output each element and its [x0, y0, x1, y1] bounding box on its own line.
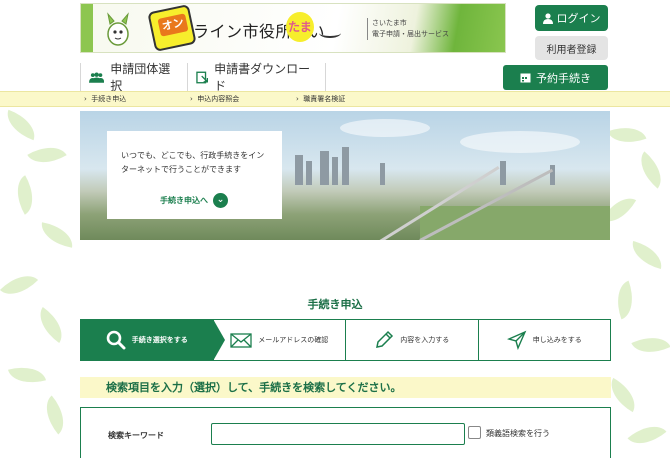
group-icon	[89, 71, 105, 83]
subnav-item-signature-verify[interactable]: › 職責署名検証	[296, 94, 345, 104]
hero-banner: いつでも、どこでも、行政手続きをインターネットで行うことができます 手続き申込へ…	[80, 111, 610, 240]
mail-icon	[230, 332, 252, 348]
site-logo-banner[interactable]: オン ライン市役所さい たま さいたま市 電子申請・届出サービス	[80, 3, 506, 53]
sub-nav: › 手続き申込 › 申込内容照会 › 職責署名検証	[0, 91, 670, 107]
cloud	[460, 131, 580, 153]
register-button[interactable]: 利用者登録	[535, 36, 608, 60]
search-instruction: 検索項目を入力（選択）して、手続きを検索してください。	[80, 377, 611, 398]
logo-swish	[319, 28, 341, 38]
calendar-icon	[520, 73, 531, 83]
leaf-decoration-left	[0, 105, 80, 458]
register-label: 利用者登録	[546, 44, 597, 56]
hero-text: いつでも、どこでも、行政手続きをインターネットで行うことができます	[121, 151, 265, 174]
nav-item-download[interactable]: 申請書ダウンロード	[188, 62, 326, 93]
login-label: ログイン	[556, 12, 601, 25]
search-form: 検索キーワード 類義語検索を行う	[80, 407, 611, 458]
chevron-down-icon: ⌄	[213, 193, 228, 208]
nav-label: 申請書ダウンロード	[214, 62, 311, 93]
building	[380, 163, 385, 185]
user-icon	[542, 12, 553, 24]
subnav-item-inquiry[interactable]: › 申込内容照会	[190, 94, 239, 104]
building	[342, 147, 349, 185]
hero-card: いつでも、どこでも、行政手続きをインターネットで行うことができます 手続き申込へ…	[107, 131, 282, 219]
step-email-confirm: メールアドレスの確認	[214, 320, 346, 360]
building	[295, 155, 303, 185]
step-enter-content: 内容を入力する	[346, 320, 479, 360]
login-button[interactable]: ログイン	[535, 5, 608, 31]
search-icon	[106, 330, 126, 350]
subnav-item-apply[interactable]: › 手続き申込	[84, 94, 126, 104]
building	[332, 157, 338, 185]
reservation-button[interactable]: 予約手続き	[503, 65, 608, 90]
nav-label: 申請団体選択	[110, 62, 171, 93]
cloud	[340, 119, 430, 137]
keyword-input[interactable]	[211, 423, 465, 445]
logo-subtext: さいたま市 電子申請・届出サービス	[367, 18, 449, 40]
progress-steps: 手続き選択をする メールアドレスの確認 内容を入力する 申し込みをする	[80, 319, 611, 361]
banner-accent	[81, 4, 93, 52]
step-label: 手続き選択をする	[131, 336, 188, 344]
logo-tama: たま	[286, 12, 314, 42]
hero-link-label: 手続き申込へ	[160, 196, 208, 205]
pencil-icon	[376, 330, 394, 348]
page-title: 手続き申込	[307, 298, 363, 311]
step-label: メールアドレスの確認	[258, 336, 329, 344]
building	[306, 161, 312, 185]
building	[500, 161, 506, 185]
step-label: 申し込みをする	[532, 336, 582, 344]
mascot-icon	[107, 12, 129, 46]
reservation-label: 予約手続き	[536, 71, 591, 85]
hero-apply-link[interactable]: 手続き申込へ ⌄	[160, 193, 228, 208]
building	[320, 151, 329, 185]
download-document-icon	[196, 71, 208, 83]
step-submit: 申し込みをする	[479, 320, 611, 360]
step-label: 内容を入力する	[400, 336, 450, 344]
send-icon	[506, 330, 527, 350]
keyword-label: 検索キーワード	[108, 431, 164, 440]
similar-search-label[interactable]: 類義語検索を行う	[486, 428, 550, 439]
nav-item-group-select[interactable]: 申請団体選択	[80, 62, 188, 93]
similar-search-checkbox[interactable]	[468, 426, 481, 439]
main-nav: 申請団体選択 申請書ダウンロード	[80, 62, 326, 93]
step-select-procedure: 手続き選択をする	[81, 319, 224, 361]
